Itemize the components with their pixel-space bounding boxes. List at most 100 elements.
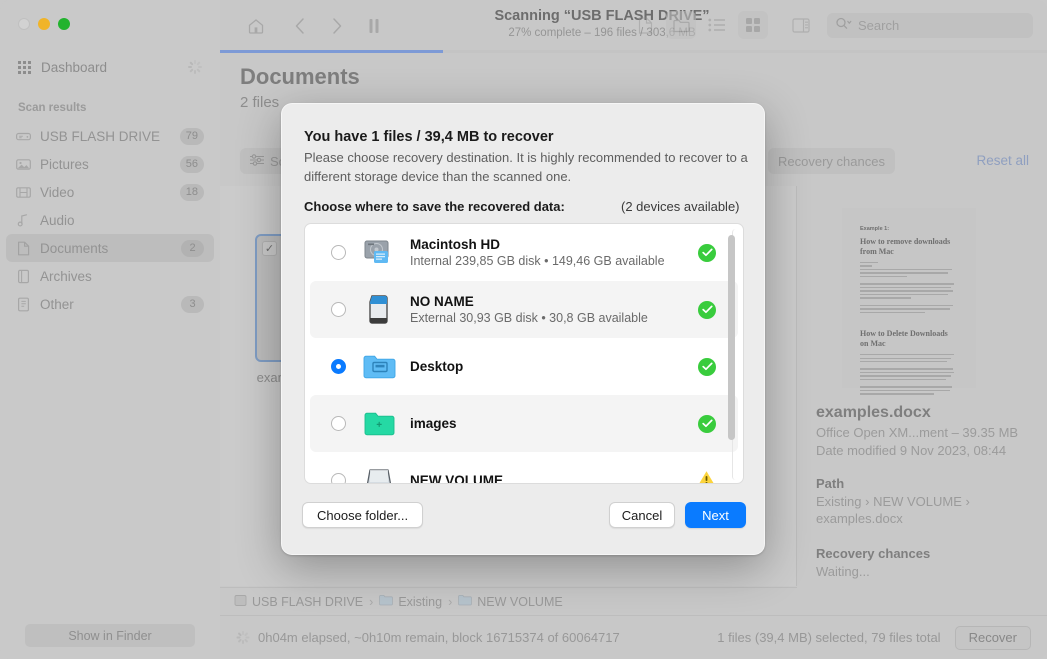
list-view-icon[interactable]: [702, 11, 732, 39]
maximize-window-button[interactable]: [58, 18, 70, 30]
preview-heading-1: How to remove downloads from Mac: [860, 237, 958, 257]
scan-progress-text: 0h04m elapsed, ~0h10m remain, block 1671…: [258, 630, 620, 645]
archive-icon: [16, 269, 31, 284]
date-modified-value: 9 Nov 2023, 08:44: [900, 443, 1006, 458]
search-input-placeholder: Search: [858, 18, 899, 33]
internal-hdd-icon: [363, 236, 397, 270]
scan-status: 0h04m elapsed, ~0h10m remain, block 1671…: [236, 630, 620, 645]
show-in-finder-button[interactable]: Show in Finder: [25, 624, 195, 647]
dialog-choose-label: Choose where to save the recovered data:: [304, 199, 565, 214]
destination-name: images: [410, 416, 698, 431]
breadcrumb-item[interactable]: Existing: [379, 594, 442, 609]
status-bar: 0h04m elapsed, ~0h10m remain, block 1671…: [220, 615, 1047, 659]
drive-icon: [16, 129, 31, 144]
close-window-button[interactable]: [18, 18, 30, 30]
destination-name: NO NAME: [410, 294, 698, 309]
destination-row[interactable]: images: [310, 395, 738, 452]
destination-row[interactable]: NO NAME External 30,93 GB disk • 30,8 GB …: [310, 281, 738, 338]
destination-radio[interactable]: [331, 302, 346, 317]
file-checkbox[interactable]: ✓: [262, 241, 277, 256]
sidebar: Dashboard Scan results USB FLASH DRIVE79…: [0, 0, 220, 659]
recover-button[interactable]: Recover: [955, 626, 1031, 650]
window-controls: [18, 18, 70, 30]
preview-paragraph: [860, 354, 958, 362]
preview-paragraph: [860, 262, 958, 277]
audio-icon: [16, 213, 31, 228]
recovery-chances-chip[interactable]: Recovery chances: [768, 148, 895, 174]
preview-heading-2: How to Delete Downloads on Mac: [860, 329, 958, 349]
dashboard-grid-icon: [18, 61, 31, 74]
next-button[interactable]: Next: [685, 502, 746, 528]
destination-description: External 30,93 GB disk • 30,8 GB availab…: [410, 311, 698, 325]
sidebar-item-other[interactable]: Other3: [6, 290, 214, 318]
sidebar-item-dashboard[interactable]: Dashboard: [12, 54, 208, 80]
destination-list[interactable]: Macintosh HDInternal 239,85 GB disk • 14…: [304, 223, 744, 484]
dialog-devices-available: (2 devices available): [621, 199, 740, 214]
back-arrow-icon[interactable]: [288, 14, 312, 38]
sidebar-item-pictures[interactable]: Pictures56: [6, 150, 214, 178]
minimize-window-button[interactable]: [38, 18, 50, 30]
loading-spinner-icon: [188, 60, 202, 74]
destination-radio[interactable]: [331, 245, 346, 260]
breadcrumb-item[interactable]: NEW VOLUME: [458, 594, 562, 609]
view-mode-group: [630, 11, 816, 39]
destination-row[interactable]: Macintosh HDInternal 239,85 GB disk • 14…: [310, 224, 738, 281]
reset-all-link[interactable]: Reset all: [976, 153, 1029, 168]
destination-radio[interactable]: [331, 359, 346, 374]
destination-name: Macintosh HD: [410, 237, 698, 252]
recovery-chances-label: Recovery chances: [816, 546, 1038, 561]
file-metadata: examples.docx Office Open XM...ment – 39…: [816, 404, 1038, 581]
destination-text: NO NAME External 30,93 GB disk • 30,8 GB …: [410, 294, 698, 325]
home-icon[interactable]: [244, 14, 268, 38]
sidebar-item-documents[interactable]: Documents2: [6, 234, 214, 262]
sidebar-item-label: USB FLASH DRIVE: [40, 129, 171, 144]
destination-radio[interactable]: [331, 473, 346, 484]
breadcrumb-item[interactable]: USB FLASH DRIVE: [234, 594, 363, 610]
preview-file-type-size: Office Open XM...ment – 39.35 MB: [816, 425, 1038, 440]
sidebar-item-archives[interactable]: Archives: [6, 262, 214, 290]
status-ok-icon: [698, 415, 716, 433]
file-view-icon[interactable]: [630, 11, 660, 39]
breadcrumb-item-label: Existing: [398, 595, 442, 609]
forward-arrow-icon[interactable]: [325, 14, 349, 38]
status-ok-icon: [698, 244, 716, 262]
destination-radio[interactable]: [331, 416, 346, 431]
choose-folder-button[interactable]: Choose folder...: [302, 502, 423, 528]
sidebar-item-audio[interactable]: Audio: [6, 206, 214, 234]
sidebar-item-video[interactable]: Video18: [6, 178, 214, 206]
video-icon: [16, 185, 31, 200]
search-icon: [836, 17, 853, 35]
destination-text: Macintosh HDInternal 239,85 GB disk • 14…: [410, 237, 698, 268]
preview-heading-small: Example 1:: [860, 226, 976, 232]
search-field[interactable]: Search: [827, 13, 1033, 38]
destination-text: Desktop: [410, 359, 698, 374]
grid-view-icon[interactable]: [738, 11, 768, 39]
sidebar-item-usb-flash-drive[interactable]: USB FLASH DRIVE79: [6, 122, 214, 150]
sliders-icon: [250, 154, 264, 169]
inspector-icon[interactable]: [786, 11, 816, 39]
folder-view-icon[interactable]: [666, 11, 696, 39]
sidebar-item-badge: 3: [181, 296, 204, 313]
preview-date-modified: Date modified 9 Nov 2023, 08:44: [816, 443, 1038, 458]
destination-row[interactable]: NEW VOLUME: [310, 452, 738, 484]
sidebar-item-label: Documents: [40, 241, 172, 256]
drive-icon: [234, 594, 247, 610]
path-value: Existing › NEW VOLUME › examples.docx: [816, 494, 1038, 528]
sidebar-nav: USB FLASH DRIVE79Pictures56Video18AudioD…: [6, 122, 214, 318]
destination-list-scrollbar[interactable]: [732, 229, 739, 480]
status-ok-icon: [698, 301, 716, 319]
scrollbar-thumb[interactable]: [728, 235, 735, 440]
document-preview: Example 1: How to remove downloads from …: [842, 208, 976, 388]
document-icon: [16, 241, 31, 256]
sidebar-item-label: Pictures: [40, 157, 171, 172]
cancel-button[interactable]: Cancel: [609, 502, 675, 528]
page-title: Documents: [240, 64, 360, 90]
pause-icon[interactable]: [362, 14, 386, 38]
status-spinner-icon: [236, 631, 249, 644]
preview-panel: Example 1: How to remove downloads from …: [798, 186, 1047, 586]
sidebar-item-badge: 18: [180, 184, 204, 201]
destination-row[interactable]: Desktop: [310, 338, 738, 395]
destination-text: images: [410, 416, 698, 431]
sd-card-icon: [363, 293, 397, 327]
dialog-title: You have 1 files / 39,4 MB to recover: [304, 129, 554, 145]
